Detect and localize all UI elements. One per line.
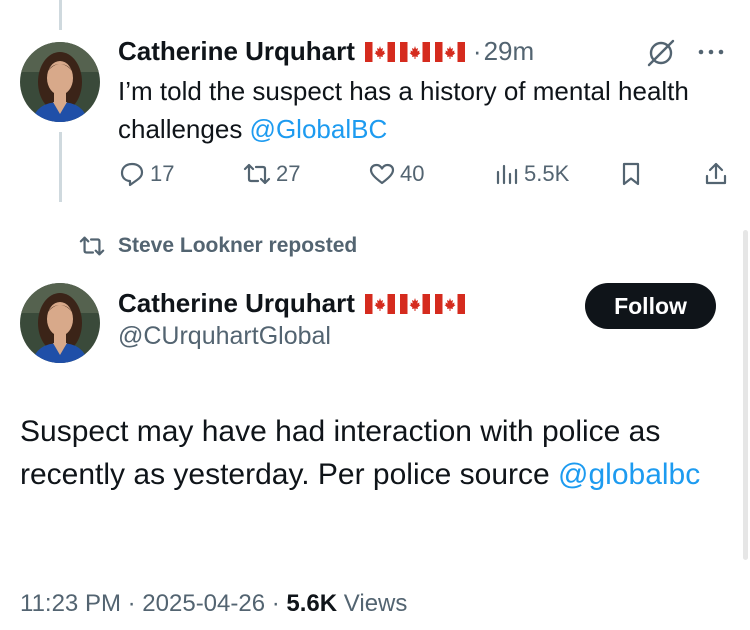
like-button[interactable]: 40 <box>368 160 424 188</box>
tweet-text-body: I’m told the suspect has a history of me… <box>118 76 689 144</box>
reply-button[interactable]: 17 <box>118 160 174 188</box>
thread-line <box>59 132 62 202</box>
tweet-time[interactable]: 11:23 PM <box>20 590 121 617</box>
views-label: Views <box>343 590 408 617</box>
tweet-header: Catherine Urquhart · 29m <box>118 36 534 67</box>
follow-button[interactable]: Follow <box>585 283 716 329</box>
tweet-meta: 11:23 PM · 2025-04-26 · 5.6K Views <box>20 590 407 618</box>
views-chart-icon <box>496 164 518 185</box>
grok-icon[interactable] <box>645 37 677 74</box>
canada-flag-icon <box>365 294 395 314</box>
share-icon <box>705 162 727 185</box>
repost-count: 27 <box>276 161 301 186</box>
meta-separator: · <box>271 590 280 617</box>
tweet-text: I’m told the suspect has a history of me… <box>118 72 718 148</box>
repost-banner-text: Steve Lookner reposted <box>118 234 358 257</box>
canada-flag-icon <box>400 42 430 62</box>
avatar[interactable] <box>20 283 100 363</box>
reply-icon <box>120 162 144 187</box>
tweet-header: Catherine Urquhart <box>118 288 465 319</box>
views-button[interactable]: 5.5K <box>494 160 569 188</box>
tweet-time[interactable]: 29m <box>484 36 535 67</box>
meta-separator: · <box>127 590 136 617</box>
views-count: 5.6K <box>286 590 338 617</box>
share-button[interactable] <box>702 160 734 188</box>
canada-flag-icon <box>435 42 465 62</box>
canada-flag-icon <box>400 294 430 314</box>
reply-count: 17 <box>150 161 175 186</box>
canada-flag-icon <box>435 294 465 314</box>
mention-link[interactable]: @globalbc <box>558 458 700 491</box>
more-options-icon[interactable] <box>696 40 726 69</box>
views-count: 5.5K <box>524 161 570 186</box>
time-separator: · <box>472 36 482 66</box>
tweet-text: Suspect may have had interaction with po… <box>20 410 730 496</box>
author-name[interactable]: Catherine Urquhart <box>118 288 355 319</box>
mention-link[interactable]: @GlobalBC <box>250 114 388 144</box>
bookmark-icon <box>622 162 640 186</box>
heart-icon <box>369 163 395 185</box>
flag-emojis <box>365 42 465 62</box>
author-name[interactable]: Catherine Urquhart <box>118 36 355 67</box>
repost-button[interactable]: 27 <box>242 160 300 188</box>
avatar[interactable] <box>20 42 100 122</box>
repost-icon <box>79 236 105 256</box>
scrollbar[interactable] <box>743 230 748 560</box>
like-count: 40 <box>400 161 425 186</box>
repost-banner[interactable]: Steve Lookner reposted <box>78 233 357 259</box>
tweet-date[interactable]: 2025-04-26 <box>142 590 265 617</box>
repost-icon <box>243 163 271 185</box>
thread-line <box>59 0 62 30</box>
bookmark-button[interactable] <box>618 160 648 188</box>
flag-emojis <box>365 294 465 314</box>
author-handle[interactable]: @CUrquhartGlobal <box>118 322 331 351</box>
canada-flag-icon <box>365 42 395 62</box>
